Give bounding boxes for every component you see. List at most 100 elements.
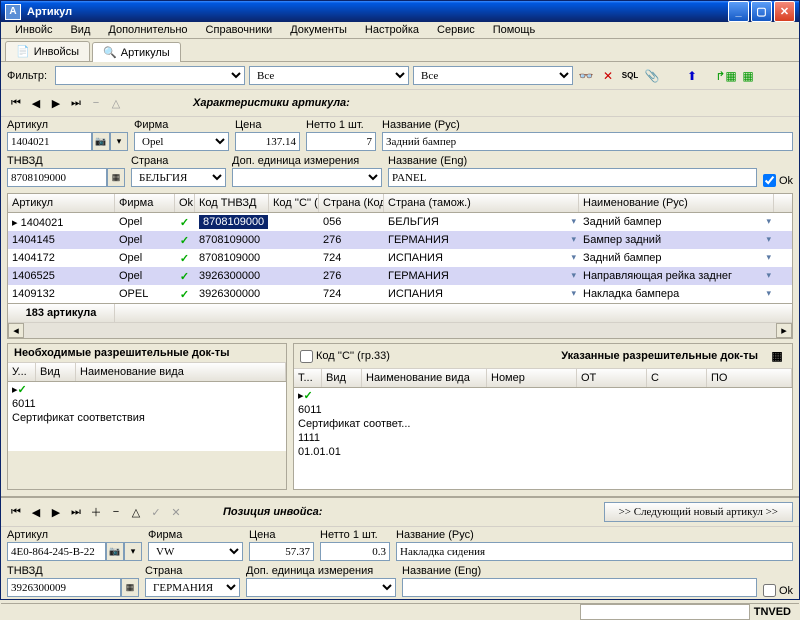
inv-netto-input[interactable]: [320, 542, 390, 561]
inv-strana-select[interactable]: ГЕРМАНИЯ: [145, 578, 240, 597]
col-ot[interactable]: ОТ: [577, 369, 647, 387]
filter-dd3[interactable]: Все: [413, 66, 573, 85]
inv-strana-label: Страна: [145, 565, 240, 577]
tsena-input[interactable]: [235, 132, 300, 151]
grid-col-0[interactable]: Артикул: [8, 194, 115, 212]
last-icon[interactable]: ⏭: [67, 94, 85, 112]
binoculars-icon[interactable]: 👓: [577, 67, 595, 85]
scrollbar-h[interactable]: ◂▸: [8, 322, 792, 338]
camera-icon[interactable]: 📷: [92, 132, 110, 151]
grid-col-4[interactable]: Код ''С'' (г...: [269, 194, 319, 212]
maximize-button[interactable]: ▢: [751, 1, 772, 22]
col-s[interactable]: С: [647, 369, 707, 387]
inv-naz-eng-input[interactable]: [402, 578, 757, 597]
menu-help[interactable]: Помощь: [485, 22, 544, 38]
table-row[interactable]: 1404145Opel8708109000276ГЕРМАНИЯБампер з…: [8, 231, 792, 249]
netto-input[interactable]: [306, 132, 376, 151]
filter-dd1[interactable]: [55, 66, 245, 85]
inv-dop-select[interactable]: [246, 578, 396, 597]
inv-tnvzd-input[interactable]: [7, 578, 121, 597]
inv-add-icon[interactable]: ＋: [87, 503, 105, 521]
col-t[interactable]: Т...: [294, 369, 322, 387]
col-po[interactable]: ПО: [707, 369, 792, 387]
close-button[interactable]: ✕: [774, 1, 795, 22]
nav-toolbar: ⏮ ◀ ▶ ⏭ − △ Характеристики артикула:: [1, 90, 799, 117]
ok-checkbox[interactable]: [763, 174, 776, 187]
menu-directories[interactable]: Справочники: [198, 22, 281, 38]
inv-tnvzd-label: ТНВЗД: [7, 565, 139, 577]
next-article-button[interactable]: >> Следующий новый артикул >>: [604, 502, 793, 522]
naz-rus-input[interactable]: [382, 132, 793, 151]
grid-col-1[interactable]: Фирма: [115, 194, 175, 212]
col-nomer[interactable]: Номер: [487, 369, 577, 387]
firma-select[interactable]: Opel: [134, 132, 229, 151]
inv-artikul-input[interactable]: [7, 542, 106, 561]
tnvzd-label: ТНВЗД: [7, 155, 125, 167]
inv-next-icon[interactable]: ▶: [47, 503, 65, 521]
delete-icon[interactable]: ✕: [599, 67, 617, 85]
sql-icon[interactable]: SQL: [621, 67, 639, 85]
inv-del-icon[interactable]: −: [107, 503, 125, 521]
grid-icon-right[interactable]: ▦: [768, 347, 786, 365]
minimize-button[interactable]: _: [728, 1, 749, 22]
table-row[interactable]: 1409132OPEL3926300000724ИСПАНИЯНакладка …: [8, 285, 792, 303]
attach-icon[interactable]: 📎: [643, 67, 661, 85]
export-icon[interactable]: ▦: [739, 67, 757, 85]
kod-c-checkbox[interactable]: [300, 350, 313, 363]
grid-col-7[interactable]: Наименование (Рус): [579, 194, 774, 212]
scroll-left-icon[interactable]: ◂: [8, 323, 24, 338]
excel-icon[interactable]: ↱▦: [717, 67, 735, 85]
netto-label: Нетто 1 шт.: [306, 119, 376, 131]
table-row[interactable]: 1404172Opel8708109000724ИСПАНИЯЗадний ба…: [8, 249, 792, 267]
grid-col-5[interactable]: Страна (Код): [319, 194, 384, 212]
table-row[interactable]: ▸ 6011 Сертификат соответ... 1111 01.01.…: [294, 388, 792, 463]
grid-col-6[interactable]: Страна (тамож.): [384, 194, 579, 212]
inv-ok-checkbox[interactable]: [763, 584, 776, 597]
inv-prev-icon[interactable]: ◀: [27, 503, 45, 521]
table-row[interactable]: ▸ 6011 Сертификат соответствия: [8, 382, 286, 425]
next-icon[interactable]: ▶: [47, 94, 65, 112]
inv-commit-icon: ✓: [147, 503, 165, 521]
menu-settings[interactable]: Настройка: [357, 22, 427, 38]
grid-icon[interactable]: ▦: [107, 168, 125, 187]
inv-dd-icon[interactable]: ▾: [124, 542, 142, 561]
first-icon[interactable]: ⏮: [7, 94, 25, 112]
inv-tsena-input[interactable]: [249, 542, 314, 561]
col-u[interactable]: У...: [8, 363, 36, 381]
status-text: TNVED: [754, 606, 791, 618]
grid-col-2[interactable]: Ok: [175, 194, 195, 212]
menu-documents[interactable]: Документы: [282, 22, 355, 38]
strana-select[interactable]: БЕЛЬГИЯ: [131, 168, 226, 187]
inv-camera-icon[interactable]: 📷: [106, 542, 124, 561]
menu-view[interactable]: Вид: [62, 22, 98, 38]
tab-invoices[interactable]: 📄Инвойсы: [5, 41, 90, 61]
prev-icon[interactable]: ◀: [27, 94, 45, 112]
naz-eng-input[interactable]: [388, 168, 757, 187]
table-row[interactable]: ▸ 1404021Opel8708109000056БЕЛЬГИЯЗадний …: [8, 213, 792, 231]
tab-articles[interactable]: 🔍Артикулы: [92, 42, 181, 62]
col-vid-r[interactable]: Вид: [322, 369, 362, 387]
up-arrow-icon[interactable]: ⬆: [683, 67, 701, 85]
filter-dd2[interactable]: Все: [249, 66, 409, 85]
menu-additional[interactable]: Дополнительно: [100, 22, 195, 38]
menu-service[interactable]: Сервис: [429, 22, 483, 38]
inv-last-icon[interactable]: ⏭: [67, 503, 85, 521]
inv-naz-rus-input[interactable]: [396, 542, 793, 561]
tnvzd-input[interactable]: [7, 168, 107, 187]
menu-invoice[interactable]: Инвойс: [7, 22, 60, 38]
grid-col-3[interactable]: Код ТНВЗД: [195, 194, 269, 212]
search-icon: 🔍: [103, 46, 117, 59]
dropdown-icon[interactable]: ▾: [110, 132, 128, 151]
col-vid-l[interactable]: Вид: [36, 363, 76, 381]
artikul-input[interactable]: [7, 132, 92, 151]
scroll-right-icon[interactable]: ▸: [776, 323, 792, 338]
inv-edit-icon[interactable]: △: [127, 503, 145, 521]
col-name-r[interactable]: Наименование вида: [362, 369, 487, 387]
inv-first-icon[interactable]: ⏮: [7, 503, 25, 521]
col-name-l[interactable]: Наименование вида: [76, 363, 286, 381]
table-row[interactable]: 1406525Opel3926300000276ГЕРМАНИЯНаправля…: [8, 267, 792, 285]
inv-firma-select[interactable]: VW: [148, 542, 243, 561]
titlebar: А Артикул _ ▢ ✕: [1, 1, 799, 22]
inv-grid-icon[interactable]: ▦: [121, 578, 139, 597]
dop-select[interactable]: [232, 168, 382, 187]
